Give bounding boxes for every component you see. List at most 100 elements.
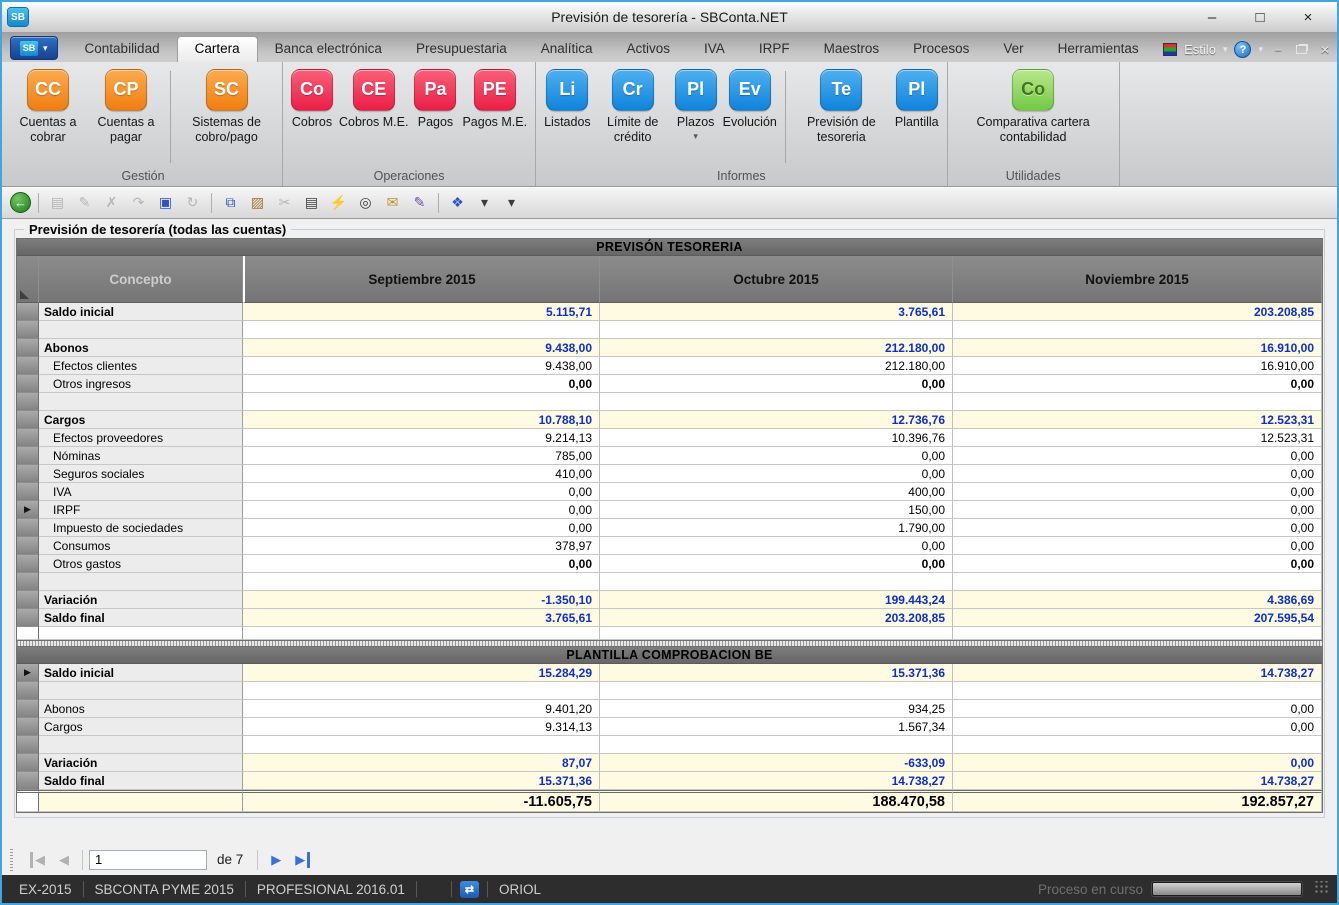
- row-indicator-icon[interactable]: ▶: [17, 664, 39, 682]
- value-cell[interactable]: 14.738,27: [600, 772, 953, 790]
- value-cell[interactable]: 203.208,85: [600, 609, 953, 627]
- value-cell[interactable]: 4.386,69: [953, 591, 1322, 609]
- row-header-cell[interactable]: [17, 609, 39, 627]
- tab-activos[interactable]: Activos: [610, 36, 688, 62]
- help-button[interactable]: ?: [1234, 41, 1251, 58]
- tab-presupuestaria[interactable]: Presupuestaria: [399, 36, 524, 62]
- value-cell[interactable]: 0,00: [953, 519, 1322, 537]
- value-cell[interactable]: [953, 321, 1322, 339]
- concept-cell[interactable]: Saldo final: [39, 609, 243, 627]
- concept-cell[interactable]: Otros ingresos: [39, 375, 243, 393]
- row-header-cell[interactable]: [17, 357, 39, 375]
- page-number-input[interactable]: [89, 850, 207, 870]
- row-header-cell[interactable]: [17, 682, 39, 700]
- application-menu-button[interactable]: SB ▾: [10, 36, 58, 60]
- value-cell[interactable]: 12.736,76: [600, 411, 953, 429]
- value-cell[interactable]: [600, 321, 953, 339]
- row-header-cell[interactable]: [17, 303, 39, 321]
- concept-cell[interactable]: Abonos: [39, 700, 243, 718]
- concept-cell[interactable]: Abonos: [39, 339, 243, 357]
- ribbon-button-límite-de-crédito[interactable]: CrLímite de crédito: [597, 69, 669, 146]
- value-cell[interactable]: 0,00: [953, 718, 1322, 736]
- value-cell[interactable]: 0,00: [243, 519, 600, 537]
- row-header-cell[interactable]: [17, 736, 39, 754]
- value-cell[interactable]: [243, 321, 600, 339]
- value-cell[interactable]: 785,00: [243, 447, 600, 465]
- report-design-icon[interactable]: ✎: [408, 191, 431, 214]
- tab-analítica[interactable]: Analítica: [524, 36, 610, 62]
- row-header-cell[interactable]: [17, 573, 39, 591]
- value-cell[interactable]: 150,00: [600, 501, 953, 519]
- tab-ver[interactable]: Ver: [986, 36, 1040, 62]
- value-cell[interactable]: 0,00: [953, 447, 1322, 465]
- concept-cell[interactable]: Efectos proveedores: [39, 429, 243, 447]
- value-cell[interactable]: 5.115,71: [243, 303, 600, 321]
- ribbon-button-cuentas-a-cobrar[interactable]: CCCuentas a cobrar: [12, 69, 84, 146]
- value-cell[interactable]: [243, 682, 600, 700]
- value-cell[interactable]: [243, 736, 600, 754]
- value-cell[interactable]: 0,00: [953, 537, 1322, 555]
- value-cell[interactable]: 16.910,00: [953, 339, 1322, 357]
- value-cell[interactable]: 0,00: [953, 465, 1322, 483]
- value-cell[interactable]: 9.401,20: [243, 700, 600, 718]
- style-palette-icon[interactable]: [1163, 43, 1177, 56]
- ribbon-button-cuentas-a-pagar[interactable]: CPCuentas a pagar: [90, 69, 162, 146]
- concept-cell[interactable]: [39, 573, 243, 591]
- mdi-close-button[interactable]: ✕: [1317, 43, 1333, 57]
- ribbon-button-comparativa-cartera-contabilidad[interactable]: CoComparativa cartera contabilidad: [956, 69, 1111, 146]
- value-cell[interactable]: 0,00: [953, 501, 1322, 519]
- estilo-label[interactable]: Estilo: [1184, 42, 1216, 57]
- value-cell[interactable]: 0,00: [243, 555, 600, 573]
- value-cell[interactable]: 0,00: [953, 483, 1322, 501]
- preview-icon[interactable]: ◎: [354, 191, 377, 214]
- ribbon-button-previsión-de-tesoreria[interactable]: TePrevisión de tesoreria: [794, 69, 889, 146]
- value-cell[interactable]: 15.371,36: [600, 664, 953, 682]
- concept-cell[interactable]: Impuesto de sociedades: [39, 519, 243, 537]
- ribbon-button-plantilla[interactable]: PlPlantilla: [895, 69, 939, 130]
- value-cell[interactable]: 0,00: [600, 465, 953, 483]
- value-cell[interactable]: 207.595,54: [953, 609, 1322, 627]
- value-cell[interactable]: 0,00: [600, 537, 953, 555]
- tab-contabilidad[interactable]: Contabilidad: [68, 36, 177, 62]
- value-cell[interactable]: [953, 393, 1322, 411]
- value-cell[interactable]: 0,00: [600, 555, 953, 573]
- value-cell[interactable]: 9.438,00: [243, 357, 600, 375]
- select-all-cell[interactable]: [17, 256, 39, 303]
- value-cell[interactable]: [243, 627, 600, 640]
- print-icon[interactable]: ▤: [300, 191, 323, 214]
- value-cell[interactable]: 203.208,85: [953, 303, 1322, 321]
- tab-procesos[interactable]: Procesos: [896, 36, 986, 62]
- concept-cell[interactable]: Cargos: [39, 411, 243, 429]
- save-icon[interactable]: ▣: [154, 191, 177, 214]
- concept-cell[interactable]: [39, 627, 243, 640]
- row-header-cell[interactable]: [17, 321, 39, 339]
- concept-cell[interactable]: Consumos: [39, 537, 243, 555]
- concept-cell[interactable]: [39, 736, 243, 754]
- ribbon-button-sistemas-de-cobro-pago[interactable]: SCSistemas de cobro/pago: [179, 69, 274, 146]
- value-cell[interactable]: [600, 393, 953, 411]
- ribbon-button-pagos[interactable]: PaPagos: [414, 69, 456, 130]
- value-cell[interactable]: 199.443,24: [600, 591, 953, 609]
- value-cell[interactable]: 12.523,31: [953, 429, 1322, 447]
- value-cell[interactable]: [953, 627, 1322, 640]
- value-cell[interactable]: 14.738,27: [953, 664, 1322, 682]
- layout-caret-icon[interactable]: ▾: [473, 191, 496, 214]
- row-header-cell[interactable]: [17, 718, 39, 736]
- tab-cartera[interactable]: Cartera: [177, 36, 258, 62]
- value-cell[interactable]: 0,00: [953, 555, 1322, 573]
- ribbon-button-plazos[interactable]: PlPlazos▾: [675, 69, 717, 142]
- concept-cell[interactable]: Nóminas: [39, 447, 243, 465]
- value-cell[interactable]: [600, 573, 953, 591]
- value-cell[interactable]: [600, 736, 953, 754]
- concept-cell[interactable]: Saldo inicial: [39, 303, 243, 321]
- ribbon-button-listados[interactable]: LiListados: [544, 69, 591, 130]
- row-header-cell[interactable]: [17, 483, 39, 501]
- value-cell[interactable]: [243, 393, 600, 411]
- row-header-cell[interactable]: [17, 591, 39, 609]
- concept-cell[interactable]: Efectos clientes: [39, 357, 243, 375]
- row-header-cell[interactable]: [17, 790, 39, 812]
- value-cell[interactable]: -633,09: [600, 754, 953, 772]
- ribbon-button-pagos-m-e[interactable]: PEPagos M.E.: [462, 69, 527, 130]
- concept-cell[interactable]: IVA: [39, 483, 243, 501]
- value-cell[interactable]: 212.180,00: [600, 357, 953, 375]
